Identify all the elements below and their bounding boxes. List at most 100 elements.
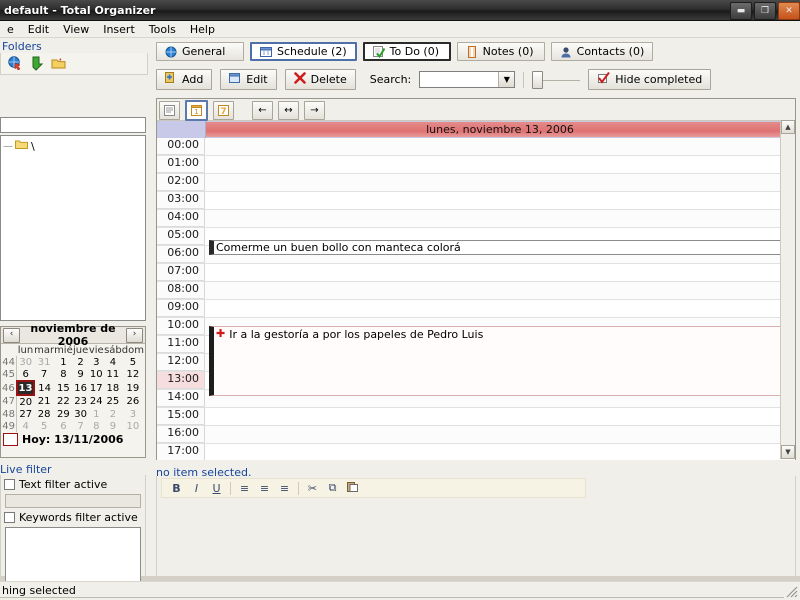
schedule-time-row[interactable]: 16:00 <box>157 426 795 444</box>
text-filter-checkbox[interactable] <box>4 479 15 490</box>
schedule-time-row[interactable]: 01:00 <box>157 156 795 174</box>
calendar-day[interactable]: 20 <box>17 395 34 408</box>
tab-general[interactable]: General <box>156 42 244 61</box>
schedule-time-row[interactable]: 00:00 <box>157 138 795 156</box>
calendar-day[interactable]: 6 <box>54 420 73 432</box>
calendar-prev-button[interactable]: ‹ <box>3 327 20 343</box>
slider-handle[interactable] <box>532 70 544 89</box>
bold-icon[interactable]: B <box>170 482 183 495</box>
new-folder-icon[interactable] <box>51 56 67 71</box>
close-button[interactable]: ✕ <box>778 2 800 20</box>
align-left-icon[interactable]: ≡ <box>238 482 251 495</box>
underline-icon[interactable]: U <box>210 482 223 495</box>
calendar-day[interactable]: 4 <box>17 420 34 432</box>
copy-icon[interactable]: ⧉ <box>326 481 339 495</box>
menu-help[interactable]: Help <box>183 22 222 37</box>
calendar-day[interactable]: 15 <box>54 381 73 395</box>
tab-schedule[interactable]: Schedule (2) <box>250 42 357 61</box>
menu-tools[interactable]: Tools <box>142 22 183 37</box>
calendar-day[interactable]: 14 <box>34 381 54 395</box>
minimize-button[interactable]: ▬ <box>730 2 752 20</box>
resize-grip-icon[interactable] <box>784 584 798 598</box>
schedule-time-row[interactable]: 04:00 <box>157 210 795 228</box>
calendar-day[interactable]: 17 <box>88 381 104 395</box>
text-filter-input[interactable] <box>5 494 141 508</box>
keywords-filter-checkbox[interactable] <box>4 512 15 523</box>
hide-completed-button[interactable]: Hide completed <box>588 69 712 90</box>
menu-file[interactable]: e <box>0 22 21 37</box>
green-arrow-icon[interactable] <box>29 56 45 71</box>
delete-button[interactable]: Delete <box>284 69 356 90</box>
schedule-time-row[interactable]: 15:00 <box>157 408 795 426</box>
tree-item-root[interactable]: — \ <box>1 136 145 153</box>
menu-edit[interactable]: Edit <box>21 22 56 37</box>
align-right-icon[interactable]: ≡ <box>278 482 291 495</box>
calendar-day[interactable]: 30 <box>73 408 89 420</box>
calendar-day[interactable]: 18 <box>104 381 122 395</box>
schedule-slot[interactable] <box>205 210 795 227</box>
calendar-day[interactable]: 28 <box>34 408 54 420</box>
calendar-day[interactable]: 10 <box>122 420 144 432</box>
appointment-item[interactable]: ✚ Ir a la gestoría a por los papeles de … <box>209 326 792 396</box>
calendar-day[interactable]: 9 <box>73 368 89 381</box>
next-day-button[interactable]: → <box>304 100 325 120</box>
edit-button[interactable]: Edit <box>220 69 277 90</box>
tab-contacts[interactable]: Contacts (0) <box>550 42 654 61</box>
calendar-day[interactable]: 7 <box>34 368 54 381</box>
calendar-day[interactable]: 8 <box>88 420 104 432</box>
restore-button[interactable]: ❐ <box>754 2 776 20</box>
calendar-day[interactable]: 1 <box>88 408 104 420</box>
week-view-button[interactable]: 7 <box>213 100 234 120</box>
chevron-down-icon[interactable]: ▼ <box>498 72 515 87</box>
calendar-day[interactable]: 4 <box>104 356 122 368</box>
calendar-day[interactable]: 30 <box>17 356 34 368</box>
schedule-time-row[interactable]: 08:00 <box>157 282 795 300</box>
italic-icon[interactable]: I <box>190 482 203 495</box>
prev-day-button[interactable]: ← <box>252 100 273 120</box>
add-button[interactable]: Add <box>156 69 213 90</box>
schedule-slot[interactable] <box>205 408 795 425</box>
calendar-day[interactable]: 10 <box>88 368 104 381</box>
calendar-day[interactable]: 24 <box>88 395 104 408</box>
folder-name-input[interactable] <box>0 117 146 133</box>
calendar-next-button[interactable]: › <box>126 327 143 343</box>
calendar-day[interactable]: 9 <box>104 420 122 432</box>
today-button[interactable]: ↔ <box>278 100 299 120</box>
schedule-time-row[interactable]: 09:00 <box>157 300 795 318</box>
appointment-item[interactable]: Comerme un buen bollo con manteca colorá <box>209 240 792 255</box>
schedule-slot[interactable] <box>205 300 795 317</box>
calendar-day[interactable]: 6 <box>17 368 34 381</box>
scroll-up-button[interactable]: ▲ <box>781 120 795 134</box>
calendar-day[interactable]: 23 <box>73 395 89 408</box>
calendar-day[interactable]: 12 <box>122 368 144 381</box>
calendar-day[interactable]: 1 <box>54 356 73 368</box>
calendar-day[interactable]: 2 <box>104 408 122 420</box>
schedule-slot[interactable] <box>205 426 795 443</box>
calendar-day[interactable]: 7 <box>73 420 89 432</box>
search-input[interactable]: ▼ <box>419 71 516 88</box>
calendar-day-today[interactable]: 13 <box>15 380 36 396</box>
calendar-day[interactable]: 19 <box>122 381 144 395</box>
schedule-slot[interactable] <box>205 138 795 155</box>
schedule-time-row[interactable]: 07:00 <box>157 264 795 282</box>
calendar-day[interactable]: 25 <box>104 395 122 408</box>
list-view-button[interactable] <box>159 100 180 120</box>
calendar-grid[interactable]: lun mar mié jue vie sáb dom 44 30 31 1 2 3 4 5 4… <box>1 344 145 432</box>
calendar-day[interactable]: 2 <box>73 356 89 368</box>
calendar-day[interactable]: 3 <box>88 356 104 368</box>
scroll-down-button[interactable]: ▼ <box>781 445 795 459</box>
calendar-day[interactable]: 5 <box>34 420 54 432</box>
paste-icon[interactable] <box>346 481 359 495</box>
schedule-slot[interactable] <box>205 264 795 281</box>
text-filter-row[interactable]: Text filter active <box>1 475 145 491</box>
day-view-button[interactable]: 1 <box>185 99 208 121</box>
calendar-day[interactable]: 27 <box>17 408 34 420</box>
calendar-day[interactable]: 21 <box>34 395 54 408</box>
calendar-day[interactable]: 31 <box>34 356 54 368</box>
cut-icon[interactable]: ✂ <box>306 482 319 495</box>
calendar-day[interactable]: 29 <box>54 408 73 420</box>
calendar-day[interactable]: 26 <box>122 395 144 408</box>
schedule-slot[interactable] <box>205 174 795 191</box>
schedule-time-row[interactable]: 03:00 <box>157 192 795 210</box>
schedule-slot[interactable] <box>205 444 795 460</box>
